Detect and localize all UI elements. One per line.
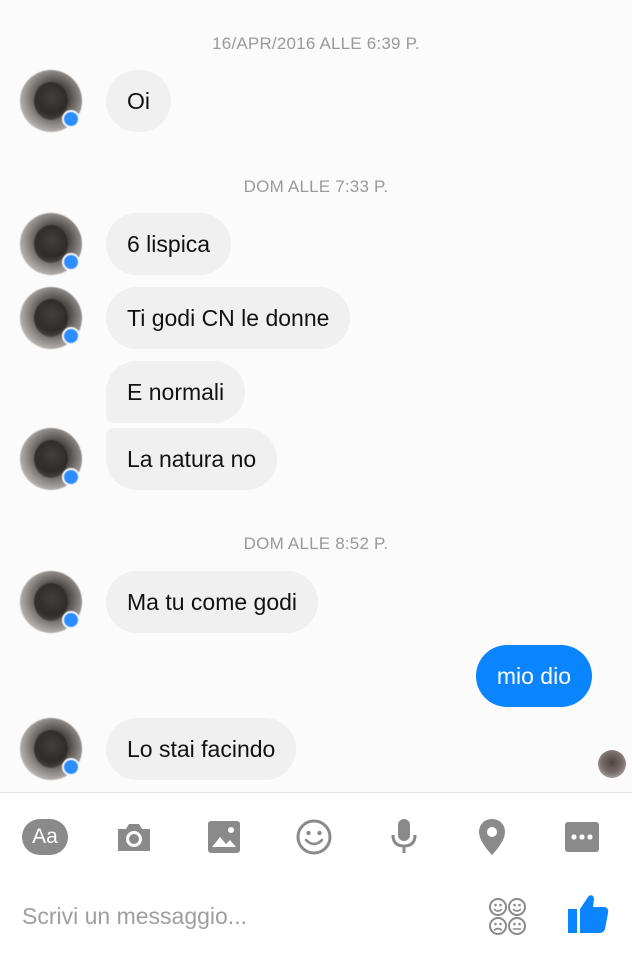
gallery-button[interactable] (200, 813, 248, 861)
text-format-icon: Aa (22, 819, 68, 855)
conversation-view[interactable]: 16/APR/2016 ALLE 6:39 P. Oi DOM ALLE 7:3… (0, 0, 632, 792)
microphone-icon (391, 819, 417, 853)
message-bubble-incoming[interactable]: 6 lispica (106, 213, 232, 275)
more-button[interactable] (558, 813, 606, 861)
contact-avatar[interactable] (20, 70, 82, 132)
thumbs-up-icon (568, 895, 609, 933)
message-input[interactable]: Scrivi un messaggio... (22, 903, 247, 930)
contact-avatar[interactable] (20, 428, 82, 490)
stickers-button[interactable] (486, 895, 530, 939)
composer-toolbar: Aa (0, 813, 632, 873)
contact-avatar[interactable] (20, 571, 82, 633)
camera-icon (118, 824, 150, 851)
messenger-badge-icon (62, 253, 80, 271)
messenger-badge-icon (62, 468, 80, 486)
seen-receipt-avatar (598, 750, 626, 778)
more-icon (565, 822, 599, 852)
like-button[interactable] (566, 891, 614, 939)
message-bubble-incoming[interactable]: Oi (106, 70, 171, 132)
contact-avatar[interactable] (20, 718, 82, 780)
messenger-badge-icon (62, 611, 80, 629)
message-bubble-incoming[interactable]: Ti godi CN le donne (106, 287, 351, 349)
message-input-row: Scrivi un messaggio... (0, 889, 632, 949)
camera-button[interactable] (110, 813, 158, 861)
message-bubble-outgoing[interactable]: mio dio (475, 645, 592, 707)
stickers-icon (489, 898, 526, 935)
message-composer: Aa Scrivi un messaggio... (0, 792, 632, 961)
contact-avatar[interactable] (20, 213, 82, 275)
timestamp: DOM ALLE 8:52 P. (243, 534, 389, 553)
message-bubble-incoming[interactable]: E normali (106, 361, 246, 423)
message-bubble-incoming[interactable]: Lo stai facindo (106, 718, 297, 780)
messenger-badge-icon (62, 327, 80, 345)
text-format-button[interactable]: Aa (20, 813, 70, 861)
messenger-badge-icon (62, 110, 80, 128)
microphone-button[interactable] (380, 813, 428, 861)
message-bubble-incoming[interactable]: Ma tu come godi (106, 571, 319, 633)
messenger-badge-icon (62, 758, 80, 776)
timestamp: DOM ALLE 7:33 P. (243, 177, 389, 196)
location-button[interactable] (468, 813, 516, 861)
timestamp: 16/APR/2016 ALLE 6:39 P. (212, 34, 420, 53)
contact-avatar[interactable] (20, 287, 82, 349)
location-icon (479, 819, 505, 855)
emoji-button[interactable] (290, 813, 338, 861)
emoji-icon (296, 819, 332, 855)
gallery-icon (208, 821, 240, 853)
message-bubble-incoming[interactable]: La natura no (106, 428, 278, 490)
